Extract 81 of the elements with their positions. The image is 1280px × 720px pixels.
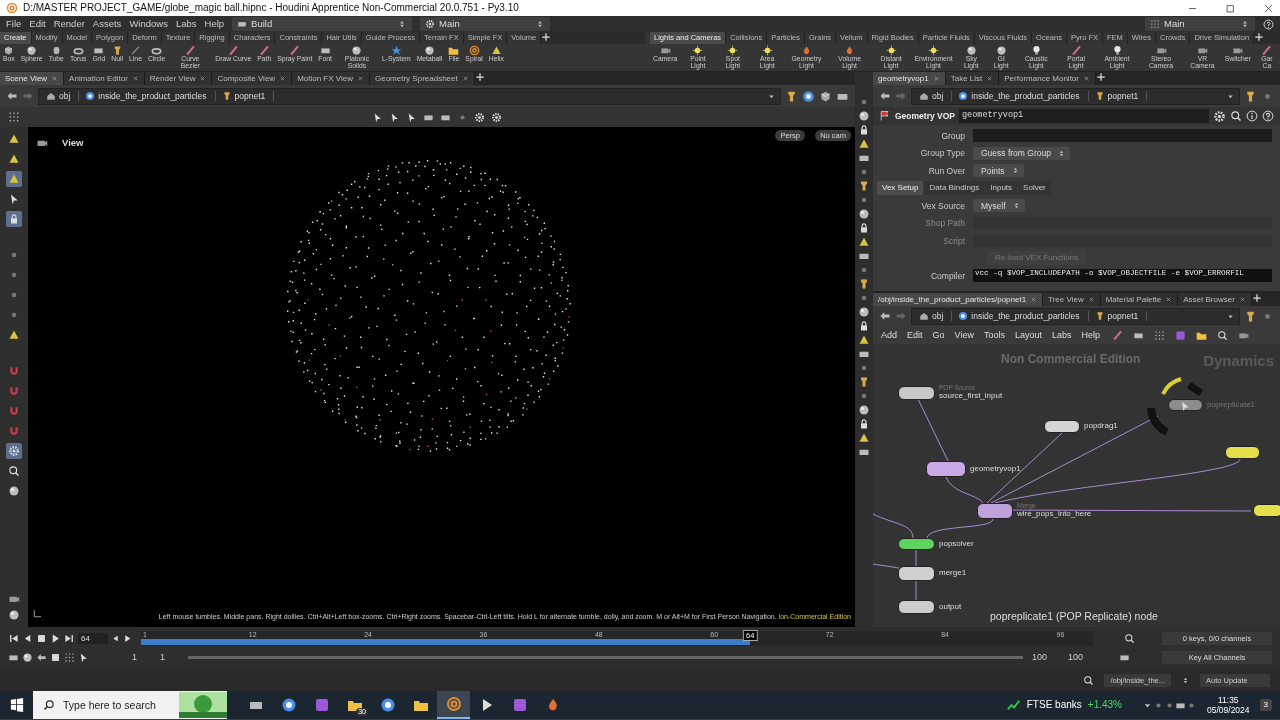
clock-time[interactable]: 11:35 [1217,694,1239,705]
start-frame[interactable]: 1 [132,652,137,663]
pane-tab[interactable]: Motion FX View [292,72,370,85]
path-crumb[interactable]: obj [916,90,953,102]
menu-item[interactable]: Windows [129,18,168,30]
pane-tab[interactable]: Take List [945,72,1000,85]
context-menu[interactable]: Main [420,17,551,31]
path-crumb[interactable]: obj [43,90,80,102]
menu-item[interactable]: Help [204,18,225,30]
menu-item[interactable]: Add [881,329,897,341]
node-label: source_first_input [939,391,1003,401]
menu-item[interactable]: Tools [983,329,1005,341]
field-label: Shop Path [924,218,966,229]
pane-tab[interactable]: Composite View [212,72,293,85]
clock-date[interactable]: 05/09/2024 [1207,705,1250,716]
notification-count[interactable]: 3 [1259,699,1272,711]
path-crumb[interactable]: inside_the_product_particles [955,310,1089,322]
field-label: Group [940,130,966,141]
node-label: output [939,602,962,612]
path-bar[interactable]: obj inside_the_product_particles popnet1 [38,87,781,105]
field-label: Run Over [927,165,966,176]
pane-tab[interactable]: Animation Editor [64,72,145,85]
node-name-field[interactable]: geometryvop1 [959,109,1209,123]
parameter-tab[interactable]: Data Bindings [924,181,985,196]
path-crumb[interactable]: popnet1 [1091,310,1148,322]
search-field[interactable]: Type here to search [61,697,173,713]
pane-tab[interactable]: Performance Monitor [999,72,1096,85]
pane-tab[interactable]: Render View [144,72,213,85]
field-label: Vex Source [920,200,966,211]
menu-item[interactable]: View [954,329,974,341]
node-info-text: popreplicate1 (POP Replicate) node [990,610,1158,623]
path-crumb[interactable]: popnet1 [1091,90,1148,102]
field-label: Script [942,235,966,246]
path-crumb[interactable]: obj [916,310,953,322]
menu-item[interactable]: Edit [907,329,923,341]
dropdown-menu[interactable]: Guess from Group [973,146,1070,160]
pane-tab[interactable]: Scene View [0,72,65,85]
node-type-label: Geometry VOP [895,110,955,122]
node-label: geometryvop1 [970,464,1021,474]
search-bar[interactable]: Type here to search [33,691,227,719]
desktop-menu[interactable]: Build [232,17,413,31]
frame-field[interactable]: 64 [78,632,108,645]
end-frame[interactable]: 100 [1032,652,1048,663]
menu-item[interactable]: Labs [175,18,197,30]
menu-item[interactable]: Layout [1014,329,1042,341]
path-bar[interactable]: obj inside_the_product_particles popnet1 [911,87,1240,105]
viewport-label: View [62,137,84,149]
pane-tab[interactable]: Tree View [1043,293,1101,306]
parameter-tab[interactable]: Solver [1018,181,1051,196]
node-label: wire_pops_into_here [1017,510,1092,519]
node-label: merge1 [939,569,967,578]
start-frame[interactable]: 1 [160,652,166,663]
window-title: D:/MASTER PROJECT_GAME/globe_magic ball.hipnc - Houdini Apprentice Non-Commercial 20.0.751 - Py3.10 [23,2,519,14]
field-label: Compiler [930,270,966,281]
menu-item[interactable]: Labs [1051,329,1072,341]
parameter-tab[interactable]: Inputs [985,181,1018,196]
parameter-tab[interactable]: Vex Setup [877,181,924,196]
menu-item[interactable]: Go [932,329,945,341]
end-frame[interactable]: 100 [1068,652,1084,663]
widget-name: FTSE banks [1026,699,1082,711]
widget-change: +1.43% [1087,699,1122,711]
path-crumb[interactable]: inside_the_product_particles [955,90,1089,102]
node-label: popdrag1 [1084,422,1118,431]
pane-tab[interactable]: Asset Browser [1178,293,1252,306]
menu-item[interactable]: Render [53,18,85,30]
field-label: Group Type [919,148,966,159]
pane-tab[interactable]: /obj/inside_the_product_particles/popnet1 [873,293,1044,306]
dropdown-menu[interactable]: Myself [973,199,1025,213]
menu-item[interactable]: File [6,18,22,30]
pane-tab[interactable]: Material Palette [1100,293,1179,306]
node-label: popsolver [939,539,974,549]
menu-item[interactable]: Edit [29,18,46,30]
menu-item[interactable]: Help [1081,329,1100,341]
menu-item[interactable]: Assets [92,18,122,30]
path-crumb[interactable]: inside_the_product_particles [82,90,216,102]
path-crumb[interactable]: popnet1 [218,90,275,102]
pane-tab[interactable]: geometryvop1 [873,72,946,85]
dropdown-menu[interactable]: Points [973,164,1024,178]
context-menu[interactable]: Main [1145,17,1255,31]
path-bar[interactable]: obj inside_the_product_particles popnet1 [911,307,1240,325]
pane-tab[interactable]: Geometry Spreadsheet [370,72,475,85]
